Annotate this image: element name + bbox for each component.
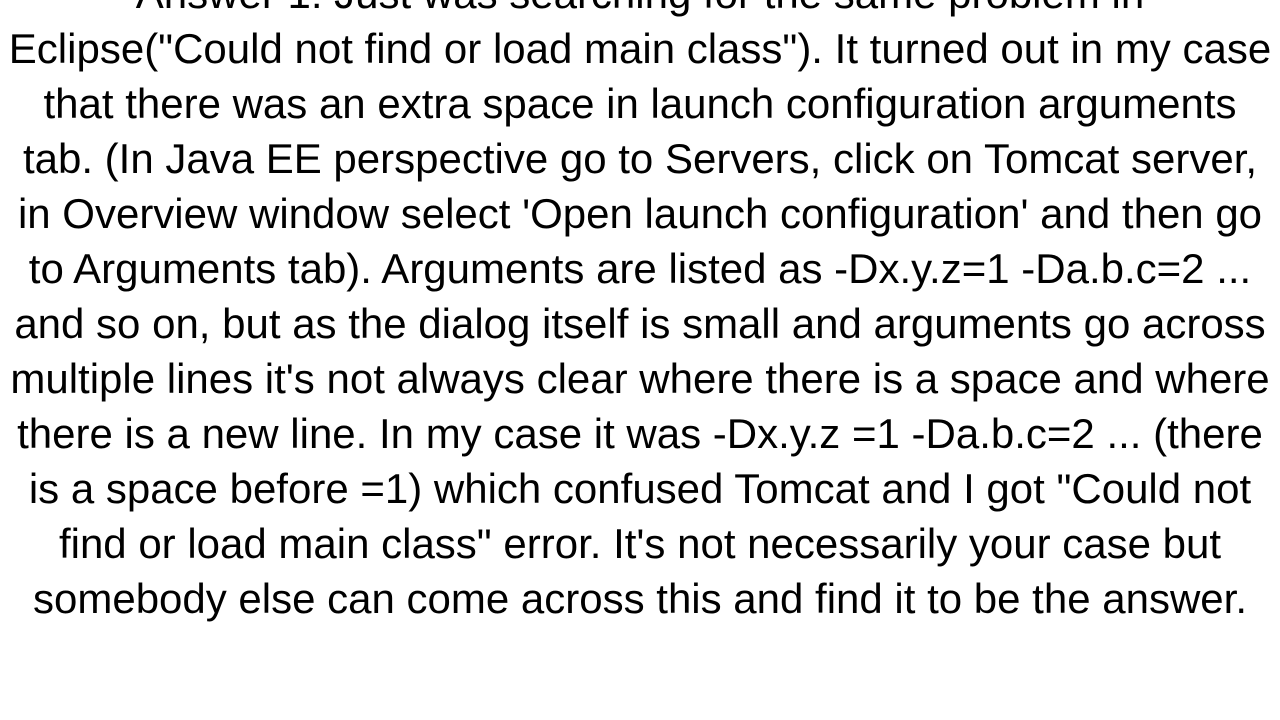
document-page: Answer 1: Just was searching for the sam…	[0, 0, 1280, 720]
answer-body-text: Answer 1: Just was searching for the sam…	[0, 0, 1280, 626]
